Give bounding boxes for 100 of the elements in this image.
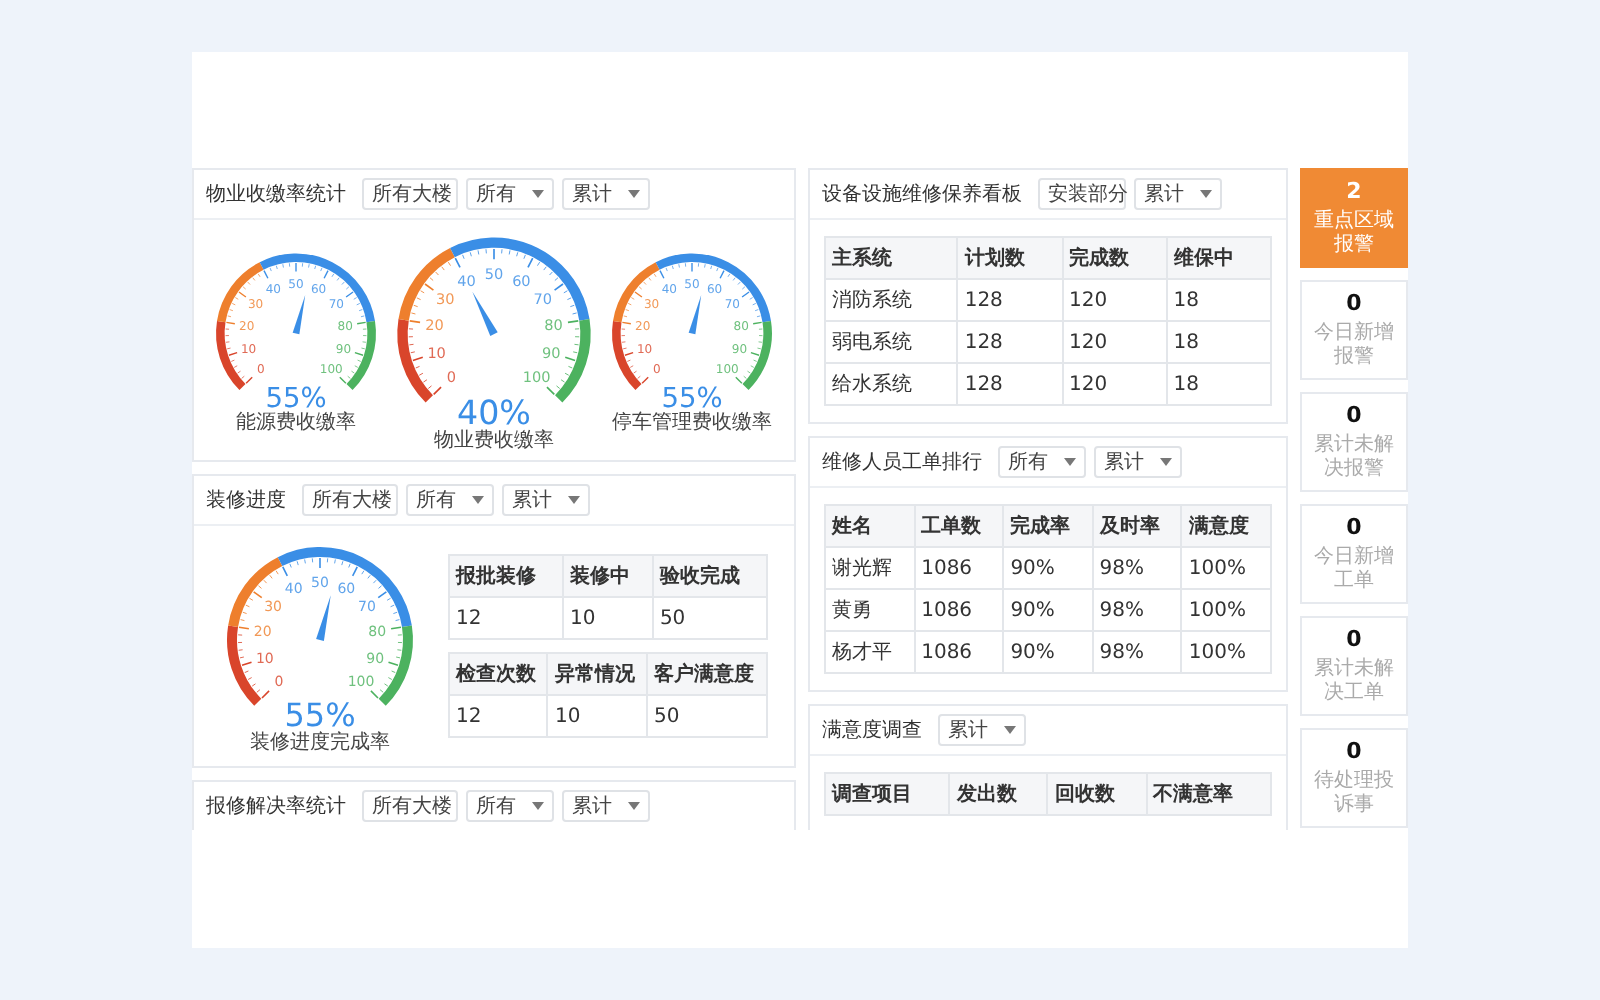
column-header: 检查次数 [449,653,548,695]
column-header: 回收数 [1047,773,1147,815]
table-cell: 黄勇 [825,589,915,631]
column-header: 完成率 [1003,505,1093,547]
caret-icon [1160,458,1172,466]
column-header: 满意度 [1181,505,1271,547]
alert-card[interactable]: 0 待处理投诉事 [1300,728,1408,828]
alert-count: 0 [1346,402,1362,428]
dropdown[interactable]: 所有 [466,178,554,210]
panel-title: 装修进度 [206,487,286,514]
column-header: 姓名 [825,505,915,547]
table-cell: 12 [449,597,564,639]
table-cell: 18 [1166,321,1271,363]
alert-card[interactable]: 0 今日新增报警 [1300,280,1408,380]
table-cell: 98% [1092,589,1182,631]
table-cell: 10 [547,695,647,737]
table-cell: 128 [957,279,1063,321]
gauge-caption: 停车管理费收缴率 [612,409,772,436]
gauge-value: 40% [457,393,531,432]
panel-title: 满意度调查 [822,717,922,744]
table-cell: 100% [1181,547,1271,589]
caret-icon [568,496,580,504]
column-header: 异常情况 [547,653,647,695]
dropdown[interactable]: 累计 [502,484,590,516]
table-cell: 120 [1062,321,1167,363]
column-header: 验收完成 [652,555,767,597]
alert-label: 今日新增报警 [1312,322,1396,370]
column-header: 不满意率 [1146,773,1271,815]
table-cell: 18 [1166,363,1271,405]
caret-icon [628,802,640,810]
table-cell: 120 [1062,363,1167,405]
table-cell: 50 [646,695,767,737]
gauge-caption: 物业费收缴率 [434,427,554,454]
table-cell: 杨才平 [825,631,915,673]
table-cell: 98% [1092,547,1182,589]
table-cell: 给水系统 [825,363,958,405]
caret-icon [1200,190,1212,198]
column-header: 报批装修 [449,555,564,597]
alert-count: 0 [1346,626,1362,652]
dropdown[interactable]: 累计 [1134,178,1222,210]
panel-title: 设备设施维修保养看板 [822,181,1022,208]
caret-icon [1004,726,1016,734]
alert-count: 0 [1346,290,1362,316]
dropdown[interactable]: 累计 [1094,446,1182,478]
dropdown[interactable]: 累计 [562,790,650,822]
dropdown[interactable]: 所有 [406,484,494,516]
gauge-value: 55% [284,696,356,734]
column-header: 装修中 [563,555,653,597]
dropdown[interactable]: 安装部分 [1038,178,1126,210]
alert-label: 累计未解决报警 [1312,434,1396,482]
column-header: 工单数 [914,505,1004,547]
table-cell: 18 [1166,279,1271,321]
column-header: 调查项目 [825,773,950,815]
alert-label: 待处理投诉事 [1312,770,1396,818]
alert-card[interactable]: 0 累计未解决工单 [1300,616,1408,716]
table-cell: 128 [957,321,1063,363]
dropdown[interactable]: 所有 [466,790,554,822]
alert-card[interactable]: 0 累计未解决报警 [1300,392,1408,492]
table-cell: 10 [563,597,653,639]
dropdown[interactable]: 所有大楼 [302,484,398,516]
alert-count: 2 [1346,178,1362,204]
dropdown[interactable]: 所有 [998,446,1086,478]
table-cell: 1086 [914,547,1004,589]
column-header: 计划数 [957,237,1063,279]
caret-icon [628,190,640,198]
panel-title: 维修人员工单排行 [822,449,982,476]
table-cell: 90% [1003,589,1093,631]
column-header: 完成数 [1062,237,1167,279]
column-header: 维保中 [1166,237,1271,279]
table-cell: 谢光辉 [825,547,915,589]
dropdown[interactable]: 所有大楼 [362,178,458,210]
table-cell: 128 [957,363,1063,405]
alert-label: 重点区域报警 [1312,210,1396,258]
alert-label: 累计未解决工单 [1312,658,1396,706]
table-cell: 120 [1062,279,1167,321]
caret-icon [472,496,484,504]
alert-count: 0 [1346,514,1362,540]
column-header: 客户满意度 [646,653,767,695]
table-cell: 消防系统 [825,279,958,321]
table-cell: 50 [652,597,767,639]
table-cell: 12 [449,695,548,737]
gauge-caption: 装修进度完成率 [250,729,390,756]
column-header: 及时率 [1092,505,1182,547]
table-cell: 100% [1181,631,1271,673]
alert-card[interactable]: 0 今日新增工单 [1300,504,1408,604]
table-cell: 1086 [914,589,1004,631]
column-header: 主系统 [825,237,958,279]
caret-icon [532,802,544,810]
caret-icon [1064,458,1076,466]
table-cell: 100% [1181,589,1271,631]
panel-title: 报修解决率统计 [206,793,346,820]
caret-icon [532,190,544,198]
column-header: 发出数 [949,773,1048,815]
table-cell: 90% [1003,631,1093,673]
dropdown[interactable]: 累计 [562,178,650,210]
dropdown[interactable]: 所有大楼 [362,790,458,822]
table-cell: 98% [1092,631,1182,673]
table-cell: 弱电系统 [825,321,958,363]
dropdown[interactable]: 累计 [938,714,1026,746]
gauge-caption: 能源费收缴率 [236,409,356,436]
